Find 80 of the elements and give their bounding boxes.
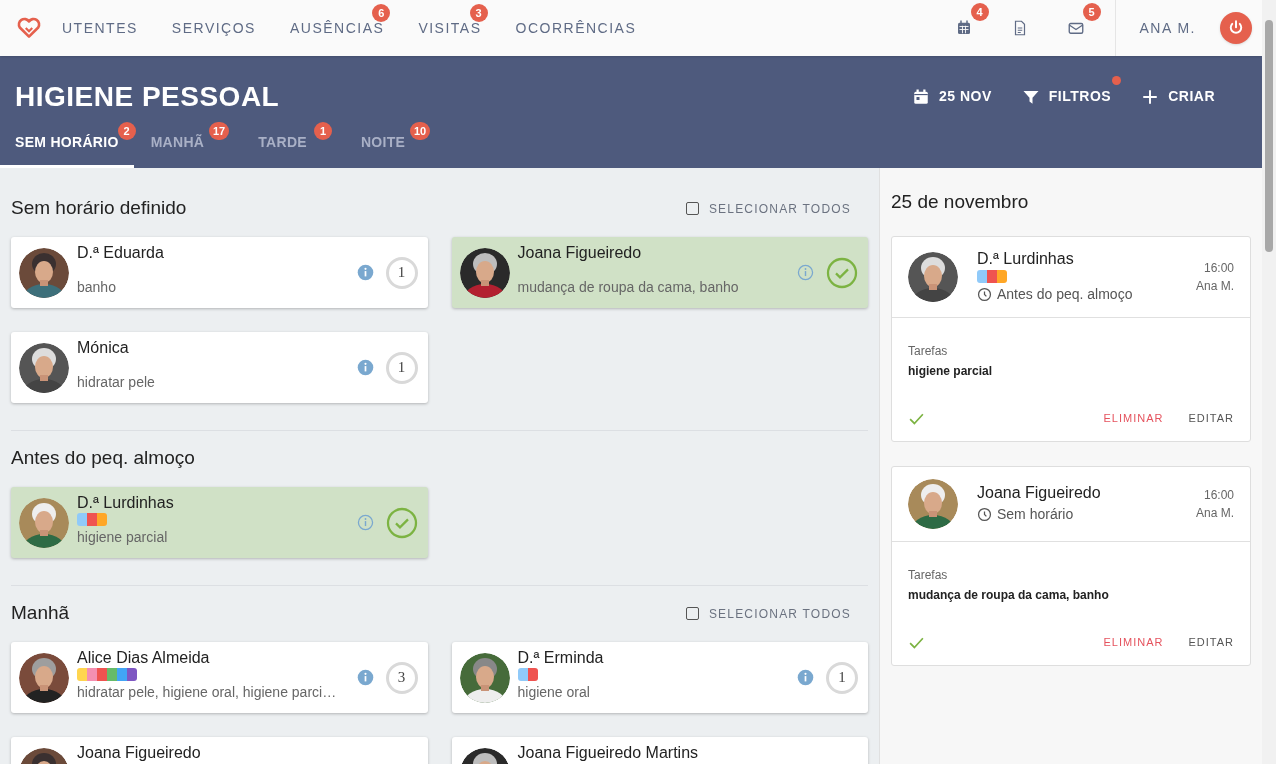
create-button[interactable]: CRIAR [1141, 86, 1215, 107]
task-list: mudança de roupa da cama, banho [517, 277, 797, 297]
info-icon [797, 264, 814, 281]
nav-link[interactable]: OCORRÊNCIAS [515, 20, 637, 36]
resident-name: D.ª Lurdinhas [977, 248, 1075, 269]
time-slot: Sem horário [997, 503, 1074, 525]
checkbox[interactable] [685, 202, 699, 215]
nav-link[interactable]: SERVIÇOS [171, 20, 256, 36]
select-all-checkbox[interactable]: SELECIONAR TODOS [685, 604, 868, 623]
resident-card[interactable]: Joana Figueiredo [11, 737, 428, 764]
checkbox[interactable] [685, 607, 699, 620]
edit-button[interactable]: EDITAR [1188, 633, 1234, 651]
nav-link[interactable]: AUSÊNCIAS [289, 20, 385, 36]
resident-name: D.ª Lurdinhas [77, 493, 175, 512]
resident-name: Joana Figueiredo [517, 243, 643, 262]
info-icon [356, 514, 374, 531]
task-list: higiene parcial [908, 361, 1234, 380]
entry-time: 16:00 [1203, 259, 1234, 277]
scrollbar[interactable] [1262, 0, 1276, 764]
task-list: hidratar pele [77, 372, 357, 392]
date-button[interactable]: 25 NOV [912, 86, 992, 107]
resident-card[interactable]: D.ª Eduarda banho 1 [11, 237, 428, 308]
plus-icon [1141, 87, 1160, 106]
resident-card[interactable]: D.ª Erminda higiene oral 1 [451, 642, 868, 713]
task-list: higiene oral [517, 682, 797, 702]
author-name: Ana M. [1196, 277, 1234, 295]
count-badge: 5 [1082, 3, 1101, 21]
task-list: higiene parcial [77, 527, 357, 547]
nav-link[interactable]: UTENTES [62, 20, 138, 36]
count-badge: 2 [117, 122, 136, 140]
task-list: mudança de roupa da cama, banho [908, 585, 1234, 604]
calendar-icon [912, 87, 930, 106]
section-title: Manhã [11, 601, 70, 626]
user-name[interactable]: ANA M. [1139, 17, 1196, 39]
resident-name: Alice Dias Almeida [77, 648, 211, 667]
count-badge: 17 [209, 122, 230, 140]
entry-time: 16:00 [1203, 486, 1234, 504]
info-icon [356, 264, 374, 281]
count-badge: 6 [372, 4, 391, 22]
time-slot: Antes do peq. almoço [997, 283, 1133, 305]
check-circle-icon [385, 506, 418, 539]
count-badge: 1 [313, 122, 332, 140]
resident-name: Joana Figueiredo [977, 482, 1102, 503]
date-heading: 25 de novembro [891, 190, 1030, 214]
section-title: Antes do peq. almoço [11, 446, 195, 471]
resident-name: Joana Figueiredo Martins [517, 743, 700, 762]
check-circle-icon [826, 256, 858, 289]
tasks-label: Tarefas [908, 342, 949, 360]
resident-name: Mónica [77, 338, 130, 357]
resident-name: Joana Figueiredo [77, 743, 202, 762]
section-title: Sem horário definido [11, 196, 187, 221]
info-icon [797, 669, 814, 686]
info-icon [356, 669, 374, 686]
delete-button[interactable]: ELIMINAR [1103, 409, 1164, 427]
select-all-checkbox[interactable]: SELECIONAR TODOS [685, 199, 868, 218]
resident-name: D.ª Eduarda [77, 243, 165, 262]
tasks-label: Tarefas [908, 566, 949, 584]
resident-card[interactable]: Mónica hidratar pele 1 [11, 332, 428, 403]
clock-icon [977, 506, 992, 522]
resident-card[interactable]: D.ª Lurdinhas higiene parcial [11, 487, 428, 558]
task-list: banho [77, 277, 357, 297]
author-name: Ana M. [1196, 504, 1234, 522]
resident-card[interactable]: Joana Figueiredo mudança de roupa da cama, banho [451, 237, 868, 308]
count-badge: 3 [469, 4, 488, 22]
edit-button[interactable]: EDITAR [1188, 409, 1234, 427]
count-badge: 10 [409, 122, 431, 140]
power-icon [1227, 19, 1245, 37]
clock-icon [977, 286, 992, 302]
nav-link[interactable]: VISITAS [418, 20, 482, 36]
resident-card[interactable]: Alice Dias Almeida hidratar pele, higiene oral, higiene parci… 3 [11, 642, 428, 713]
heart-logo-icon [16, 15, 42, 41]
filter-button[interactable]: FILTROS [1021, 86, 1112, 107]
info-icon [356, 359, 374, 376]
page-title: HIGIENE PESSOAL [15, 79, 280, 114]
task-list: hidratar pele, higiene oral, higiene parci… [77, 682, 357, 702]
delete-button[interactable]: ELIMINAR [1103, 633, 1164, 651]
resident-card[interactable]: Joana Figueiredo Martins [451, 737, 868, 764]
power-button[interactable] [1220, 12, 1252, 44]
count-badge: 4 [970, 3, 989, 21]
resident-name: D.ª Erminda [517, 648, 605, 667]
